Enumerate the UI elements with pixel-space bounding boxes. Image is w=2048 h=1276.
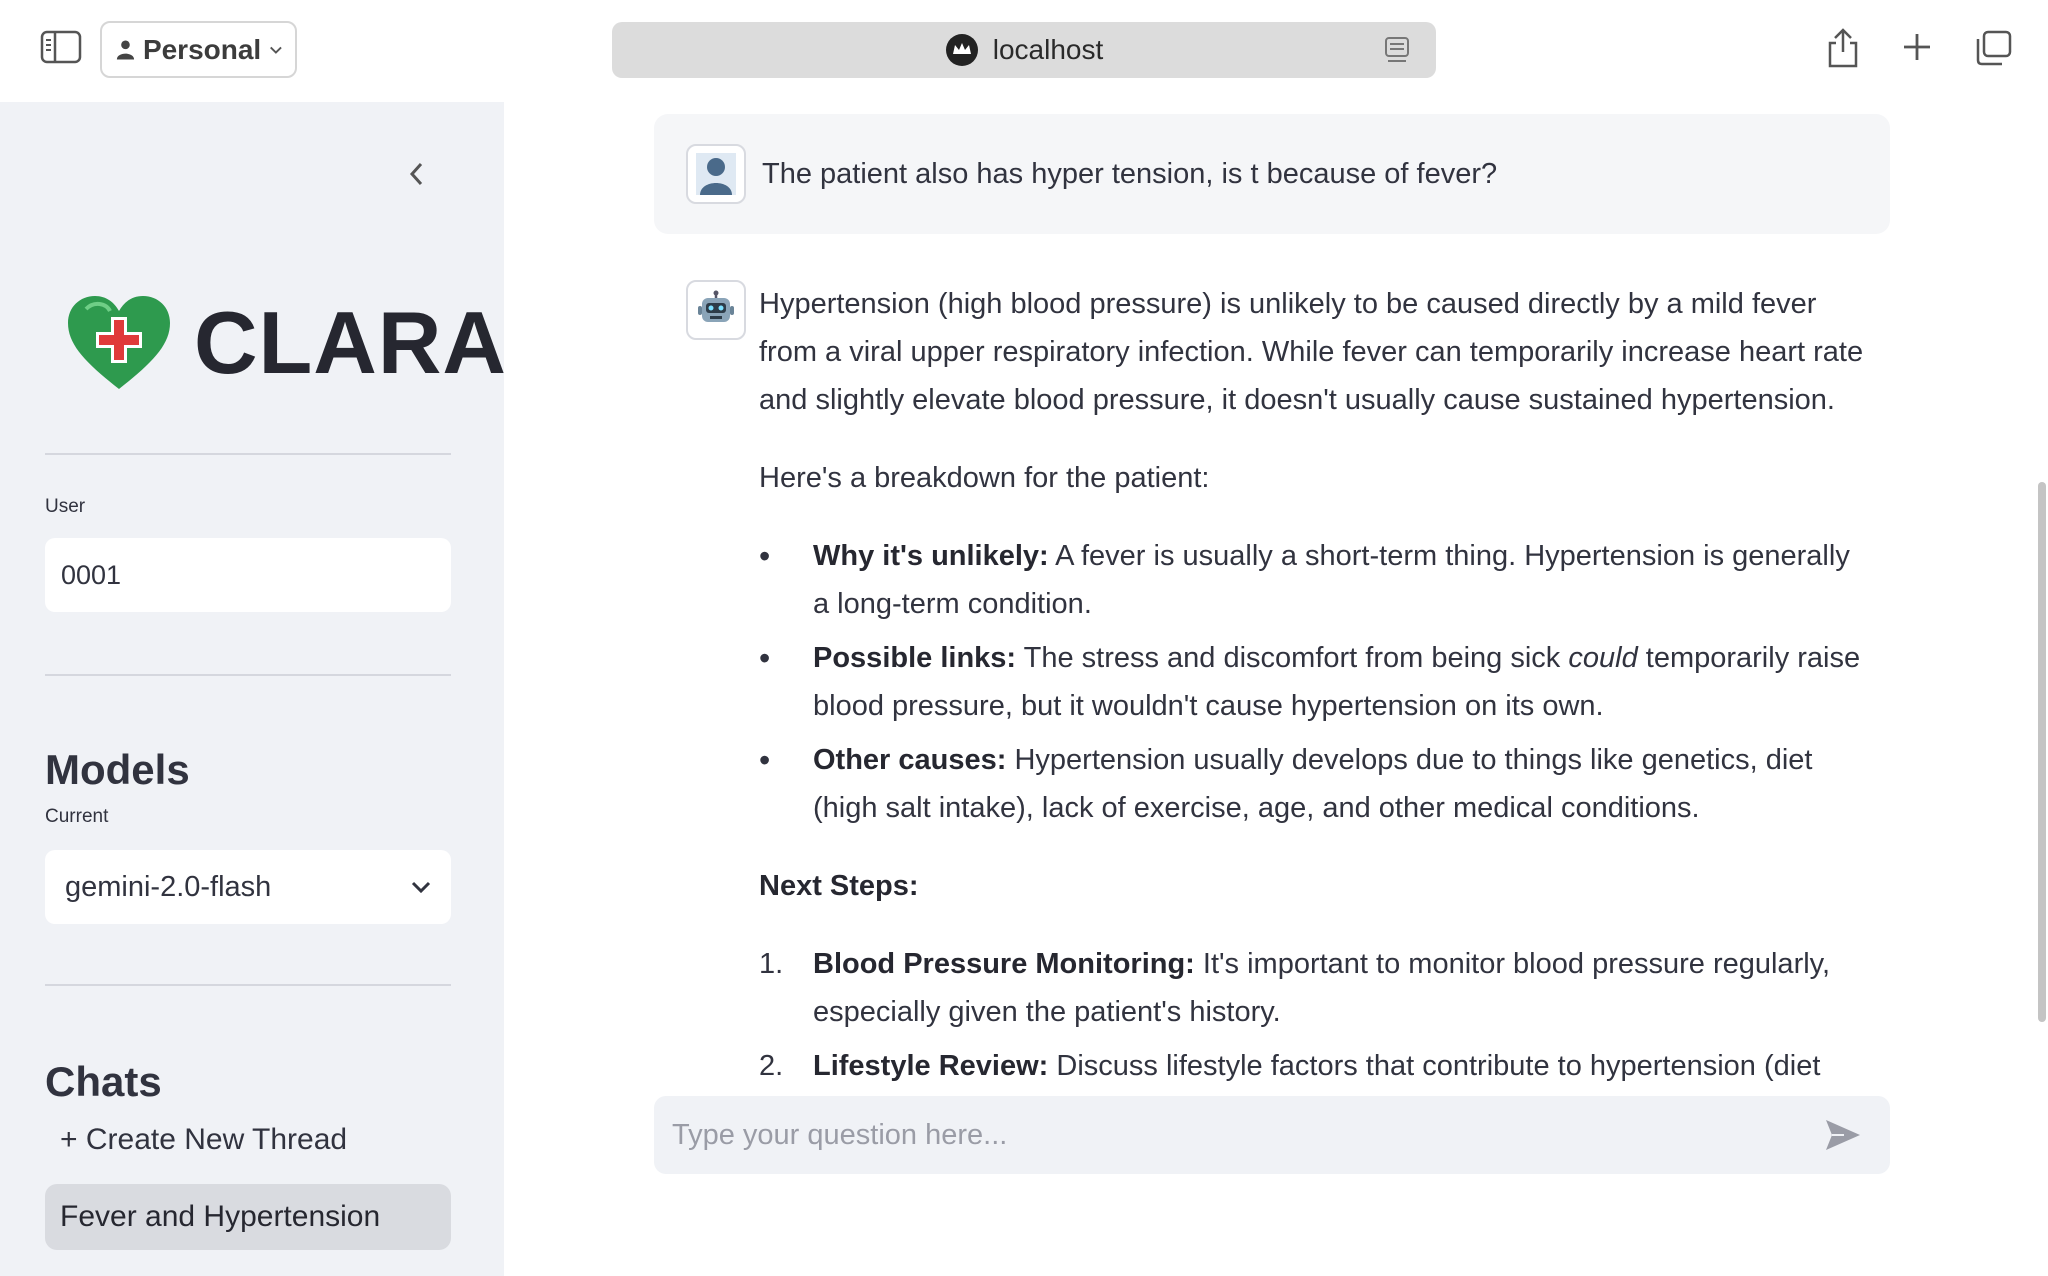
model-select-value: gemini-2.0-flash (65, 870, 272, 903)
chevron-down-icon (270, 46, 282, 54)
new-tab-icon[interactable] (1902, 32, 1932, 62)
thread-item-fever-and-hypertension[interactable]: Fever and Hypertension (45, 1184, 451, 1250)
create-new-thread-button[interactable]: + Create New Thread (60, 1123, 347, 1157)
chats-title: Chats (45, 1058, 162, 1105)
chat-main: The patient also has hyper tension, is t… (504, 102, 2048, 1276)
user-avatar-icon (696, 153, 736, 195)
numbered-list: 1. Blood Pressure Monitoring: It's import… (759, 940, 1869, 1090)
divider (45, 984, 451, 986)
divider (45, 453, 451, 455)
divider (45, 674, 451, 676)
assistant-message-content: Hypertension (high blood pressure) is un… (759, 280, 1869, 1096)
current-model-label: Current (45, 806, 109, 827)
assistant-avatar (686, 280, 746, 340)
list-item: 2. Lifestyle Review: Discuss lifestyle fa… (759, 1050, 1821, 1082)
chat-input[interactable] (672, 1096, 1822, 1174)
assistant-message: Hypertension (high blood pressure) is un… (654, 280, 1890, 1166)
share-icon[interactable] (1826, 28, 1860, 68)
list-item: 1. Blood Pressure Monitoring: It's import… (759, 948, 1831, 1028)
model-select[interactable]: gemini-2.0-flash (45, 850, 451, 924)
tab-overview-icon[interactable] (1974, 30, 2012, 66)
user-id-input[interactable] (45, 538, 451, 612)
models-title: Models (45, 746, 190, 793)
site-favicon-icon (945, 34, 978, 66)
sidebar: CLARA User Models Current gemini-2.0-fla… (0, 102, 507, 1276)
app-logo-text: CLARA (194, 293, 507, 392)
user-message: The patient also has hyper tension, is t… (654, 114, 1890, 234)
user-message-text: The patient also has hyper tension, is t… (762, 158, 1498, 190)
assistant-paragraph: Hypertension (high blood pressure) is un… (759, 288, 1864, 416)
address-text: localhost (992, 34, 1104, 65)
chat-input-container (654, 1096, 1890, 1174)
app-logo: CLARA (66, 292, 507, 394)
reader-mode-icon[interactable] (1384, 36, 1410, 64)
send-icon[interactable] (1824, 1118, 1862, 1152)
next-steps-heading: Next Steps: (759, 870, 919, 902)
browser-toolbar: Personal localhost (0, 0, 2048, 102)
sidebar-toggle-icon[interactable] (40, 30, 82, 64)
bullet-list: Why it's unlikely: A fever is usually a … (759, 532, 1869, 832)
user-label: User (45, 496, 86, 517)
chevron-down-icon (411, 881, 431, 893)
list-item: Possible links: The stress and discomfor… (759, 634, 1869, 730)
heart-medical-icon (68, 296, 170, 389)
list-item: Why it's unlikely: A fever is usually a … (759, 532, 1869, 628)
profile-label: Personal (142, 33, 262, 65)
person-icon (116, 40, 135, 59)
address-bar[interactable]: localhost (612, 22, 1436, 78)
assistant-paragraph: Here's a breakdown for the patient: (759, 462, 1210, 494)
user-avatar (686, 144, 746, 204)
list-item: Other causes: Hypertension usually devel… (759, 736, 1869, 832)
robot-icon (698, 290, 734, 322)
scrollbar[interactable] (2038, 482, 2046, 1022)
collapse-sidebar-icon[interactable] (404, 158, 428, 190)
profile-button[interactable]: Personal (100, 21, 297, 78)
